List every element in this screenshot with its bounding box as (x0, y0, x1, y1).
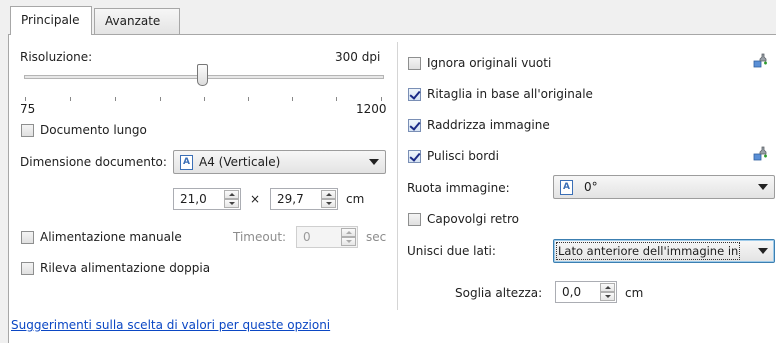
slider-max-label: 1200 (356, 102, 387, 116)
rotate-dropdown[interactable]: A 0° (553, 175, 775, 199)
document-size-value: A4 (Verticale) (199, 155, 281, 169)
chevron-down-icon (758, 184, 768, 190)
long-document-checkbox[interactable] (21, 124, 34, 137)
document-size-dropdown[interactable]: A A4 (Verticale) (173, 150, 386, 174)
double-feed-label: Rileva alimentazione doppia (40, 261, 211, 275)
resolution-value: 300 dpi (335, 50, 381, 64)
slider-tick (70, 97, 71, 101)
document-size-label: Dimensione documento: (20, 155, 167, 169)
slider-tick (115, 97, 116, 101)
slider-tick (204, 97, 205, 101)
height-threshold-unit: cm (625, 286, 644, 300)
height-stepper[interactable]: 29,7 (270, 188, 338, 210)
straighten-label: Raddrizza immagine (427, 118, 550, 132)
timeout-stepper[interactable]: 0 (296, 226, 358, 248)
slider-min-label: 75 (20, 102, 36, 116)
slider-tick (292, 97, 293, 101)
height-threshold-stepper[interactable]: 0,0 (555, 281, 617, 303)
chevron-down-icon (369, 159, 379, 165)
width-up-button[interactable] (224, 190, 239, 199)
chevron-down-icon (758, 248, 768, 254)
width-stepper[interactable]: 21,0 (173, 188, 241, 210)
height-threshold-value: 0,0 (562, 285, 582, 299)
tab-label: Avanzate (105, 14, 161, 28)
tab-label: Principale (21, 13, 80, 27)
slider-tick (381, 97, 382, 101)
slider-tick (336, 97, 337, 101)
height-value: 29,7 (277, 192, 304, 206)
resolution-label: Risoluzione: (20, 50, 93, 64)
width-down-button[interactable] (224, 199, 239, 208)
manual-feed-label: Alimentazione manuale (40, 230, 182, 244)
size-unit: cm (346, 192, 365, 206)
manual-feed-checkbox[interactable] (21, 231, 34, 244)
timeout-down-button[interactable] (341, 237, 356, 246)
resolution-slider-thumb[interactable] (197, 64, 208, 86)
crop-to-original-checkbox[interactable] (408, 88, 421, 101)
timeout-up-button[interactable] (341, 228, 356, 237)
height-threshold-label: Soglia altezza: (455, 286, 543, 300)
straighten-checkbox[interactable] (408, 119, 421, 132)
merge-sides-value: Lato anteriore dell'immagine in (555, 242, 741, 260)
merge-sides-dropdown[interactable]: Lato anteriore dell'immagine in (553, 239, 775, 263)
settings-wrench-icon[interactable] (751, 52, 769, 70)
flip-back-label: Capovolgi retro (427, 212, 520, 226)
rotate-value: 0° (584, 180, 598, 194)
tab-principale[interactable]: Principale (10, 6, 92, 35)
clean-borders-label: Pulisci bordi (427, 149, 499, 163)
times-sign: × (250, 192, 261, 206)
timeout-unit: sec (366, 230, 387, 244)
height-down-button[interactable] (321, 199, 336, 208)
timeout-label: Timeout: (233, 230, 287, 244)
long-document-label: Documento lungo (40, 123, 147, 137)
help-link[interactable]: Suggerimenti sulla scelta di valori per … (11, 318, 330, 333)
column-divider (397, 42, 398, 310)
document-icon: A (560, 180, 573, 195)
slider-tick (25, 97, 26, 101)
slider-tick (160, 97, 161, 101)
ignore-blank-checkbox[interactable] (408, 57, 421, 70)
slider-tick (248, 97, 249, 101)
document-icon: A (180, 155, 193, 170)
rotate-label: Ruota immagine: (407, 181, 510, 195)
height-up-button[interactable] (321, 190, 336, 199)
tab-avanzate[interactable]: Avanzate (94, 8, 180, 34)
threshold-down-button[interactable] (600, 292, 615, 301)
settings-wrench-icon[interactable] (751, 145, 769, 163)
merge-sides-label: Unisci due lati: (407, 244, 496, 258)
timeout-value: 0 (303, 230, 311, 244)
crop-to-original-label: Ritaglia in base all'originale (427, 87, 593, 101)
double-feed-checkbox[interactable] (21, 262, 34, 275)
clean-borders-checkbox[interactable] (408, 150, 421, 163)
width-value: 21,0 (180, 192, 207, 206)
ignore-blank-label: Ignora originali vuoti (427, 56, 552, 70)
threshold-up-button[interactable] (600, 283, 615, 292)
flip-back-checkbox[interactable] (408, 213, 421, 226)
